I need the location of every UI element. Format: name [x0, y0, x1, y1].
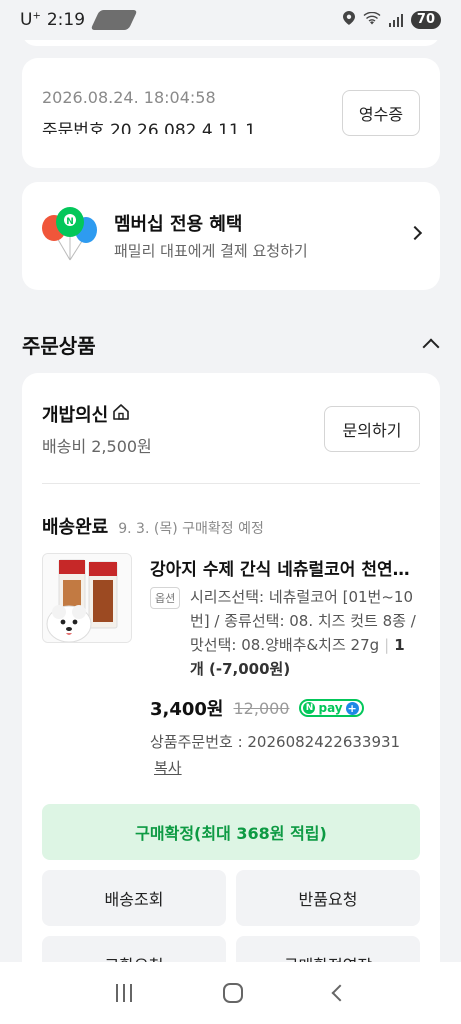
svg-text:N: N	[66, 217, 74, 227]
membership-subtitle: 패밀리 대표에게 결제 요청하기	[114, 242, 308, 260]
confirm-date: 9. 3. (목) 구매확정 예정	[118, 521, 264, 537]
seller-name-text: 개밥의신	[42, 405, 109, 426]
signal-icon	[388, 13, 403, 27]
track-delivery-button[interactable]: 배송조회	[42, 870, 226, 926]
product-order-number: 상품주문번호 : 2026082422633931	[150, 733, 401, 751]
order-number: 주문번호 20 26 082 4 11 1	[42, 121, 256, 134]
original-price: 12,000	[233, 698, 290, 718]
order-info-card: 2026.08.24. 18:04:58 주문번호 20 26 082 4 11…	[22, 58, 440, 168]
home-button-icon[interactable]	[222, 983, 243, 1003]
notification-icons-redacted	[90, 10, 138, 30]
chevron-right-icon	[407, 225, 423, 241]
status-bar: U+ 2:19 70	[0, 0, 461, 40]
return-request-button[interactable]: 반품요청	[236, 870, 420, 926]
seller-name[interactable]: 개밥의신	[42, 401, 130, 427]
shipping-fee: 배송비 2,500원	[42, 437, 152, 456]
receipt-button[interactable]: 영수증	[342, 90, 420, 136]
option-text: 시리즈선택: 네츄럴코어 [01번~10번] / 종류선택: 08. 치즈 컷트…	[190, 588, 416, 654]
option-tag: 옵션	[150, 587, 181, 609]
recents-icon[interactable]	[115, 984, 132, 1002]
npay-n-icon: N	[303, 702, 316, 714]
plus-icon: +	[345, 701, 359, 715]
chevron-up-icon[interactable]	[422, 338, 440, 356]
membership-benefit-card[interactable]: N 멤버십 전용 혜택 패밀리 대표에게 결제 요청하기	[22, 182, 440, 290]
order-date: 2026.08.24. 18:04:58	[42, 88, 216, 107]
sale-price: 3,400원	[150, 699, 224, 720]
balloons-icon: N	[40, 204, 102, 264]
delivery-status-row: 배송완료 9. 3. (목) 구매확정 예정	[42, 513, 264, 539]
purchase-confirm-button[interactable]: 구매확정(최대 368원 적립)	[42, 804, 420, 860]
npay-label: pay	[318, 701, 343, 715]
option-description: 시리즈선택: 네츄럴코어 [01번~10번] / 종류선택: 08. 치즈 컷트…	[190, 585, 416, 681]
option-separator: |	[384, 636, 390, 654]
system-nav-bar	[0, 962, 461, 1024]
order-product-card: 개밥의신 배송비 2,500원 문의하기 배송완료 9. 3. (목) 구매확정…	[22, 373, 440, 1013]
carrier-label: U+	[20, 10, 41, 30]
back-icon[interactable]	[331, 984, 348, 1002]
wifi-icon	[363, 11, 381, 29]
location-icon	[342, 11, 355, 29]
npay-plus-badge: N pay +	[299, 699, 364, 717]
clock: 2:19	[46, 10, 86, 30]
product-thumbnail[interactable]	[42, 553, 132, 643]
battery-indicator: 70	[410, 11, 441, 29]
divider	[42, 483, 420, 484]
product-title[interactable]: 강아지 수제 간식 네츄럴코어 천연 오리 사사미 육포	[150, 555, 412, 580]
membership-title: 멤버십 전용 혜택	[114, 214, 243, 235]
delivery-status: 배송완료	[42, 517, 109, 538]
copy-link[interactable]: 복사	[154, 757, 182, 778]
home-icon	[112, 403, 130, 426]
section-title: 주문상품	[22, 334, 96, 358]
inquiry-button[interactable]: 문의하기	[324, 406, 420, 452]
price-row: 3,400원 12,000 N pay +	[150, 695, 364, 721]
